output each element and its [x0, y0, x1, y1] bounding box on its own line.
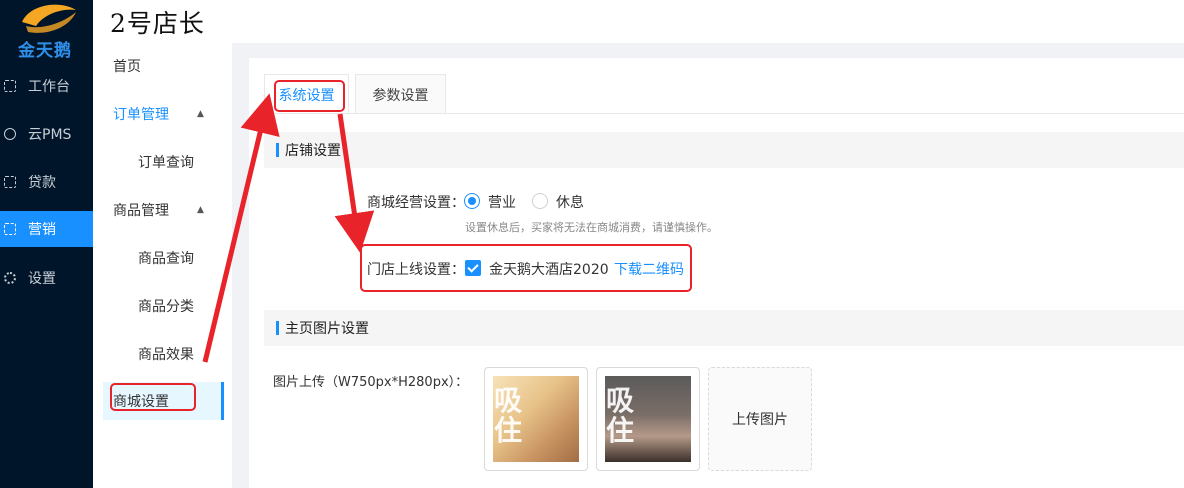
annotation-arrows — [202, 93, 375, 363]
arrow-up-icon — [202, 93, 280, 363]
arrow-down-icon — [334, 113, 375, 253]
